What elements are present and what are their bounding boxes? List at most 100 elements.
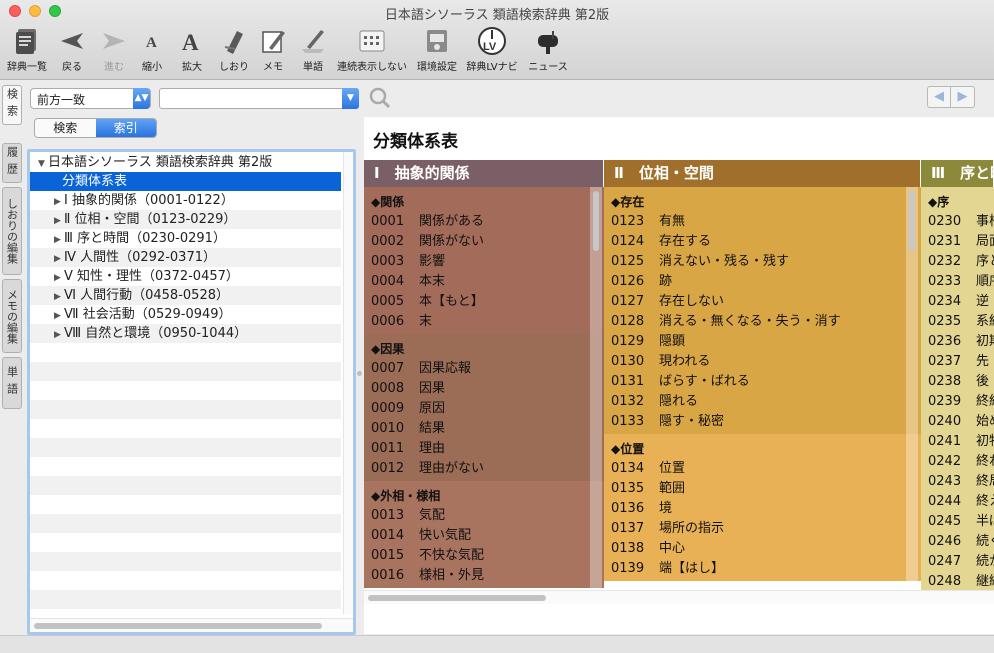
side-tab-word[interactable]: 単語 (2, 357, 22, 409)
toolbar-word-button[interactable]: 単語 (296, 25, 330, 75)
category-heading[interactable]: Ⅱ 位相・空間 (604, 160, 921, 187)
category-entry[interactable]: 0006 末 (371, 312, 604, 332)
category-entry[interactable]: 0236 初期 (928, 332, 994, 352)
category-entry[interactable]: 0231 局面 (928, 232, 994, 252)
toolbar-bookmark-button[interactable]: しおり (214, 25, 254, 75)
side-tab-bookmark-edit[interactable]: しおりの編集 (2, 187, 22, 275)
history-back-button[interactable]: ◀ (927, 86, 951, 108)
category-entry[interactable]: 0243 終局 (928, 472, 994, 492)
category-entry[interactable]: 0246 続く (928, 532, 994, 552)
scroll-thumb[interactable] (593, 191, 599, 251)
category-entry[interactable]: 0011 理由 (371, 439, 604, 459)
toolbar-continuous-display-button[interactable]: 連続表示しない (334, 25, 410, 75)
tree-item[interactable]: ▶ Ⅳ 人間性（0292-0371） (30, 248, 341, 267)
segment-search[interactable]: 検索 (35, 119, 96, 137)
toolbar-memo-button[interactable]: メモ (256, 25, 290, 75)
category-heading[interactable]: Ⅰ 抽象的関係 (364, 160, 604, 187)
category-entry[interactable]: 0015 不快な気配 (371, 546, 604, 566)
category-entry[interactable]: 0125 消えない・残る・残す (611, 252, 921, 272)
category-entry[interactable]: 0134 位置 (611, 459, 921, 479)
category-entry[interactable]: 0230 事柄 (928, 212, 994, 232)
category-entry[interactable]: 0135 範囲 (611, 479, 921, 499)
scroll-thumb[interactable] (909, 191, 915, 251)
toolbar-forward-button[interactable]: 進む (96, 25, 132, 75)
category-entry[interactable]: 0131 ばらす・ばれる (611, 372, 921, 392)
toolbar-shrink-button[interactable]: A 縮小 (136, 25, 168, 75)
category-entry[interactable]: 0133 隠す・秘密 (611, 412, 921, 432)
tree-item[interactable]: ▶ Ⅵ 人間行動（0458-0528） (30, 286, 341, 305)
match-mode-select[interactable]: 前方一致 ▲▼ (30, 88, 151, 109)
scroll-thumb[interactable] (368, 595, 546, 601)
category-entry[interactable]: 0012 理由がない (371, 459, 604, 479)
toolbar-dictionary-list-button[interactable]: 辞典一覧 (4, 25, 50, 75)
category-entry[interactable]: 0235 系統 (928, 312, 994, 332)
side-tab-memo-edit[interactable]: メモの編集 (2, 279, 22, 353)
category-entry[interactable]: 0247 続か (928, 552, 994, 572)
tree-item[interactable]: ▶ Ⅲ 序と時間（0230-0291） (30, 229, 341, 248)
category-entry[interactable]: 0248 継続 (928, 572, 994, 590)
history-forward-button[interactable]: ▶ (951, 86, 975, 108)
category-entry[interactable]: 0123 有無 (611, 212, 921, 232)
category-entry[interactable]: 0237 先 (928, 352, 994, 372)
category-entry[interactable]: 0124 存在する (611, 232, 921, 252)
category-entry[interactable]: 0010 結果 (371, 419, 604, 439)
tree-root[interactable]: ▼ 日本語シソーラス 類語検索辞典 第2版 (30, 153, 341, 172)
toolbar-news-button[interactable]: ニュース (524, 25, 572, 75)
category-entry[interactable]: 0242 終わ (928, 452, 994, 472)
category-entry[interactable]: 0129 隠顕 (611, 332, 921, 352)
toolbar-lv-navi-button[interactable]: LV 辞典LVナビ (463, 25, 521, 75)
tree-item[interactable]: ▶ Ⅶ 社会活動（0529-0949） (30, 305, 341, 324)
category-entry[interactable]: 0127 存在しない (611, 292, 921, 312)
splitter-handle[interactable] (357, 371, 362, 376)
side-tab-search[interactable]: 検索 (2, 85, 22, 125)
category-entry[interactable]: 0245 半ば (928, 512, 994, 532)
category-entry[interactable]: 0138 中心 (611, 539, 921, 559)
category-entry[interactable]: 0233 順序 (928, 272, 994, 292)
segment-index[interactable]: 索引 (95, 119, 156, 137)
category-entry[interactable]: 0130 現われる (611, 352, 921, 372)
tree-item[interactable]: ▶ Ⅰ 抽象的関係（0001-0122） (30, 191, 341, 210)
category-entry[interactable]: 0232 序と (928, 252, 994, 272)
category-entry[interactable]: 0128 消える・無くなる・失う・消す (611, 312, 921, 332)
category-entry[interactable]: 0009 原因 (371, 399, 604, 419)
category-entry[interactable]: 0139 端【はし】 (611, 559, 921, 579)
category-entry[interactable]: 0239 終結 (928, 392, 994, 412)
category-entry[interactable]: 0013 気配 (371, 506, 604, 526)
category-entry[interactable]: 0003 影響 (371, 252, 604, 272)
scroll-thumb[interactable] (34, 623, 322, 629)
category-entry[interactable]: 0008 因果 (371, 379, 604, 399)
toolbar-enlarge-button[interactable]: A 拡大 (176, 25, 208, 75)
category-entry[interactable]: 0016 様相・外見 (371, 566, 604, 586)
category-entry[interactable]: 0002 関係がない (371, 232, 604, 252)
category-entry[interactable]: 0001 関係がある (371, 212, 604, 232)
category-entry[interactable]: 0240 始め (928, 412, 994, 432)
disclosure-closed-icon[interactable]: ▶ (54, 326, 64, 345)
tree-item[interactable]: ▶ Ⅴ 知性・理性（0372-0457） (30, 267, 341, 286)
tree-vertical-scrollbar[interactable] (343, 152, 353, 614)
tree-item[interactable]: ▶ Ⅱ 位相・空間（0123-0229） (30, 210, 341, 229)
tree-item-selected[interactable]: 分類体系表 (30, 172, 341, 191)
category-entry[interactable]: 0136 境 (611, 499, 921, 519)
category-entry[interactable]: 0238 後 (928, 372, 994, 392)
category-entry[interactable]: 0126 跡 (611, 272, 921, 292)
tree-item[interactable]: ▶ Ⅷ 自然と環境（0950-1044） (30, 324, 341, 343)
search-input[interactable]: ▼ (159, 88, 359, 109)
disclosure-open-icon[interactable]: ▼ (38, 155, 48, 174)
category-entry[interactable]: 0244 終え (928, 492, 994, 512)
category-entry[interactable]: 0137 場所の指示 (611, 519, 921, 539)
toolbar-back-button[interactable]: 戻る (54, 25, 90, 75)
tree-horizontal-scrollbar[interactable] (30, 618, 353, 632)
toolbar-preferences-button[interactable]: 環境設定 (414, 25, 460, 75)
category-entry[interactable]: 0007 因果応報 (371, 359, 604, 379)
column-vertical-scrollbar[interactable] (590, 187, 602, 590)
category-entry[interactable]: 0234 逆 (928, 292, 994, 312)
category-entry[interactable]: 0014 快い気配 (371, 526, 604, 546)
category-entry[interactable]: 0005 本【もと】 (371, 292, 604, 312)
content-horizontal-scrollbar[interactable] (364, 590, 994, 604)
category-entry[interactable]: 0004 本末 (371, 272, 604, 292)
category-entry[interactable]: 0241 初物 (928, 432, 994, 452)
category-entry[interactable]: 0132 隠れる (611, 392, 921, 412)
category-heading[interactable]: Ⅲ 序と時間 (921, 160, 994, 187)
search-icon[interactable] (368, 86, 392, 110)
column-vertical-scrollbar[interactable] (906, 187, 918, 590)
